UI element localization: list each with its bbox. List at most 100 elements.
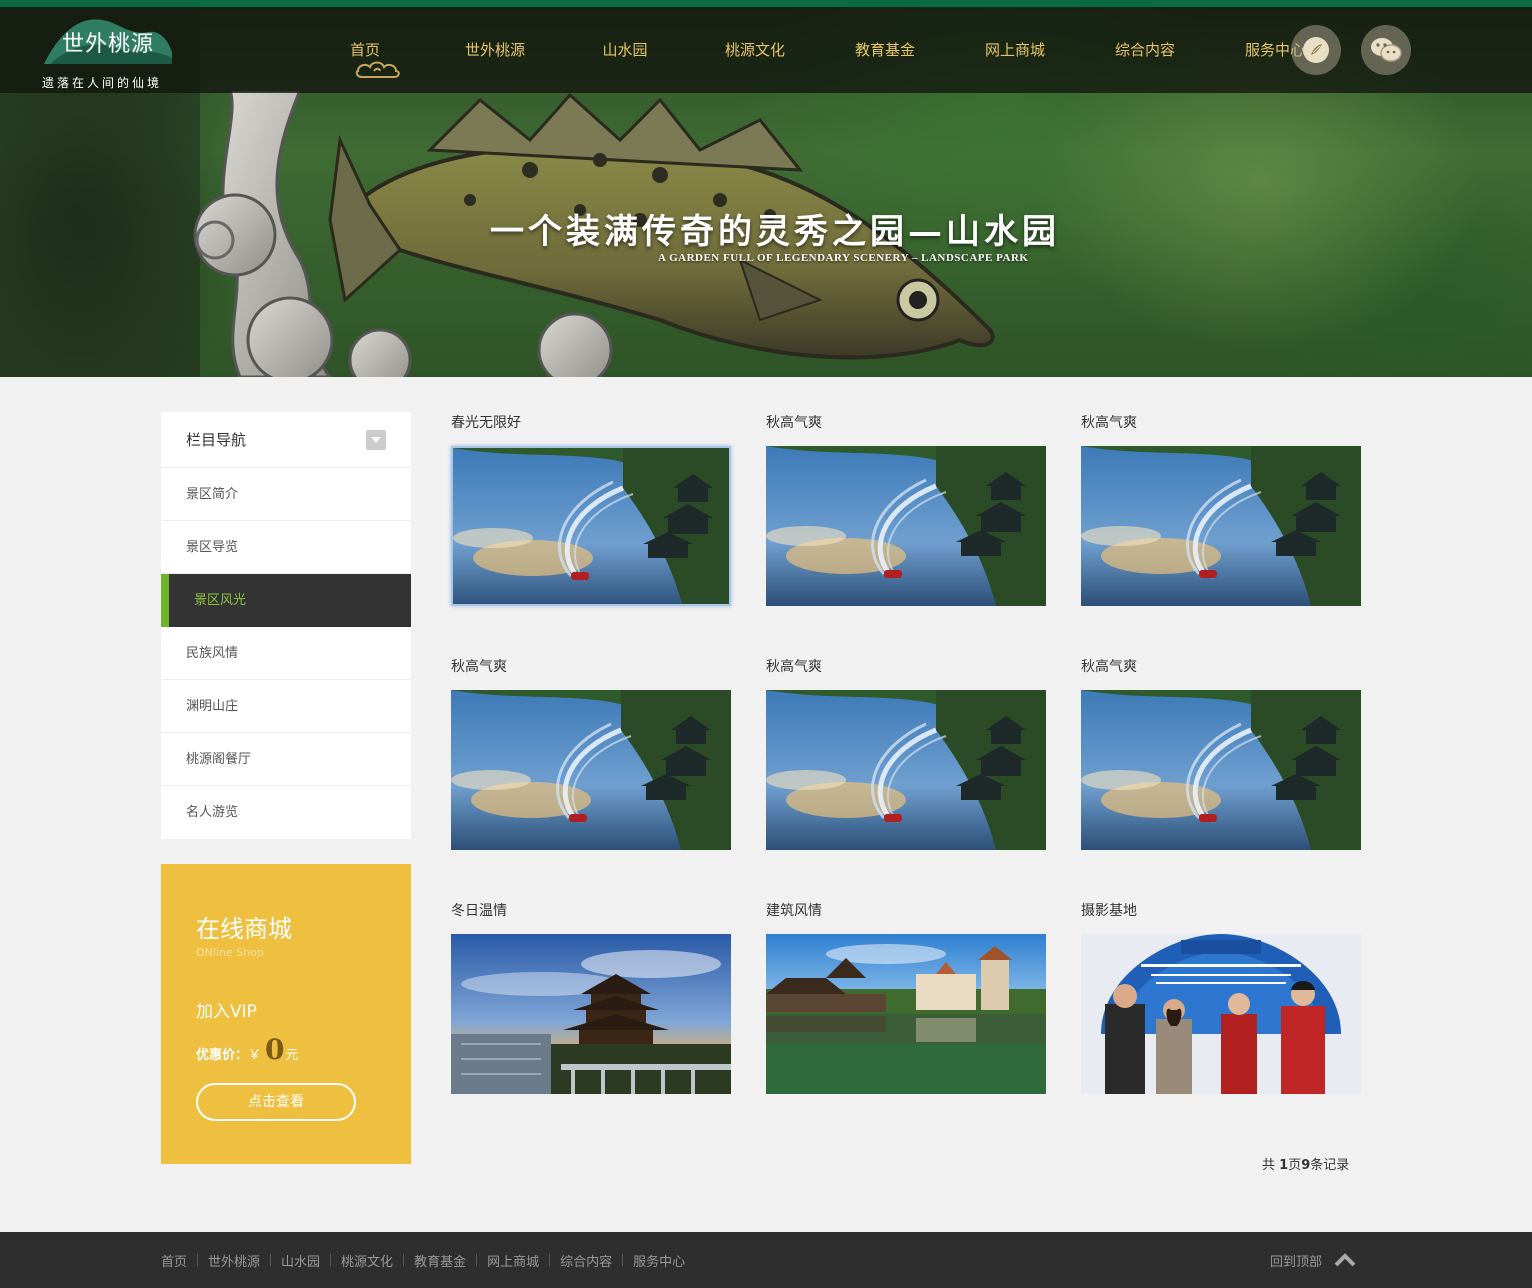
sidebar-item-restaurant[interactable]: 桃源阁餐厅 [161, 733, 411, 786]
column-nav-header: 栏目导航 [161, 412, 411, 468]
footer-divider [197, 1254, 199, 1266]
pagination-info: 共 1页9条记录 [1262, 1154, 1349, 1173]
gallery-card[interactable]: 冬日温情 [451, 900, 731, 1094]
pagoda-sunset-image[interactable] [451, 934, 731, 1094]
chevron-up-icon [1334, 1253, 1356, 1267]
card-title: 秋高气爽 [766, 415, 822, 431]
pager-records: 9 [1301, 1158, 1311, 1173]
footer-divider [403, 1254, 405, 1266]
nav-label: 教育基金 [854, 41, 915, 59]
sidebar-item-villa[interactable]: 渊明山庄 [161, 680, 411, 733]
nav-item-shiwaitaoyuan[interactable]: 世外桃源 [430, 7, 560, 93]
lake-boat-image[interactable] [766, 690, 1046, 850]
cloud-ornament-icon [355, 61, 400, 78]
vip-title: 加入VIP [196, 1002, 257, 1022]
gallery-card[interactable]: 秋高气爽 [1081, 412, 1361, 606]
footer-link-education-fund[interactable]: 教育基金 [414, 1251, 466, 1270]
pager-prefix: 共 [1262, 1158, 1276, 1173]
pager-pages: 1 [1279, 1158, 1289, 1173]
shop-title: 在线商城 [196, 915, 292, 943]
online-shop-promo: 在线商城 ONline Shop 加入VIP 优惠价： ￥ 0 元 点击查看 [161, 864, 411, 1164]
logo-title: 世外桃源 [62, 32, 155, 57]
nav-label: 世外桃源 [464, 41, 525, 59]
footer-divider [330, 1254, 332, 1266]
nav-item-culture[interactable]: 桃源文化 [690, 7, 820, 93]
nav-item-online-mall[interactable]: 网上商城 [950, 7, 1080, 93]
lake-boat-image[interactable] [766, 446, 1046, 606]
nav-label: 首页 [349, 41, 380, 59]
cctv-event-art [1081, 934, 1361, 1094]
weibo-icon [1303, 37, 1329, 63]
card-title: 春光无限好 [451, 415, 521, 431]
footer-divider [270, 1254, 272, 1266]
pagoda-sunset-art [451, 934, 731, 1094]
footer-link-home[interactable]: 首页 [161, 1251, 187, 1270]
sidebar-item-ethnic[interactable]: 民族风情 [161, 627, 411, 680]
gallery-card[interactable]: 摄影基地 [1081, 900, 1361, 1094]
nav-item-shanshuiyuan[interactable]: 山水园 [560, 7, 690, 93]
sidebar-item-guide[interactable]: 景区导览 [161, 521, 411, 574]
banner-slogan: 一个装满传奇的灵秀之园—山水园 [490, 212, 1060, 252]
gallery-card[interactable]: 秋高气爽 [766, 412, 1046, 606]
nav-label: 桃源文化 [724, 41, 785, 59]
back-to-top-button[interactable]: 回到顶部 [1270, 1232, 1356, 1288]
footer-link-general-content[interactable]: 综合内容 [560, 1251, 612, 1270]
banner: 世外桃源 遗落在人间的仙境 首页 世外桃源 山水园 桃源文化 教育基金 网上商城… [0, 0, 1532, 377]
nav-item-home[interactable]: 首页 [300, 7, 430, 93]
sidebar-item-scenery[interactable]: 景区风光 [161, 574, 411, 627]
collapse-toggle[interactable] [366, 429, 386, 450]
price-row: 优惠价： ￥ 0 元 [196, 1036, 376, 1064]
wechat-button[interactable] [1361, 25, 1411, 75]
footer-link-culture[interactable]: 桃源文化 [341, 1251, 393, 1270]
nav-label: 综合内容 [1114, 41, 1175, 59]
card-title: 秋高气爽 [451, 659, 507, 675]
lake-boat-image[interactable] [1081, 446, 1361, 606]
card-title: 秋高气爽 [1081, 415, 1137, 431]
card-title: 冬日温情 [451, 903, 507, 919]
back-to-top-label: 回到顶部 [1270, 1254, 1323, 1270]
banner-slogan-en: A GARDEN FULL OF LEGENDARY SCENERY – LAN… [658, 252, 1029, 264]
sidebar: 栏目导航 景区简介 景区导览 景区风光 民族风情 渊明山庄 桃源阁餐厅 名人游览… [161, 412, 411, 1164]
footer-link-shiwaitaoyuan[interactable]: 世外桃源 [208, 1251, 260, 1270]
price-unit: 元 [285, 1048, 299, 1063]
footer-divider [549, 1254, 551, 1266]
chevron-down-icon [371, 436, 381, 443]
footer-link-online-mall[interactable]: 网上商城 [487, 1251, 539, 1270]
lake-boat-image[interactable] [451, 446, 731, 606]
column-nav-title: 栏目导航 [186, 431, 247, 449]
nav-label: 山水园 [602, 41, 648, 59]
gallery-card[interactable]: 秋高气爽 [1081, 656, 1361, 850]
sidebar-item-celebrities[interactable]: 名人游览 [161, 786, 411, 839]
nav-item-education-fund[interactable]: 教育基金 [820, 7, 950, 93]
site-logo[interactable]: 世外桃源 遗落在人间的仙境 [40, 12, 180, 90]
gallery-card[interactable]: 建筑风情 [766, 900, 1046, 1094]
lake-boat-image[interactable] [1081, 690, 1361, 850]
weibo-button[interactable] [1291, 25, 1341, 75]
currency-symbol: ￥ [248, 1048, 262, 1063]
shop-subtitle: ONline Shop [196, 946, 264, 959]
footer: 首页 世外桃源 山水园 桃源文化 教育基金 网上商城 综合内容 服务中心 回到顶… [0, 1232, 1532, 1288]
sidebar-item-intro[interactable]: 景区简介 [161, 468, 411, 521]
view-shop-button[interactable]: 点击查看 [196, 1083, 356, 1121]
footer-link-shanshuiyuan[interactable]: 山水园 [281, 1251, 320, 1270]
gallery-card[interactable]: 春光无限好 [451, 412, 731, 606]
gallery-card[interactable]: 秋高气爽 [766, 656, 1046, 850]
cctv-event-image[interactable] [1081, 934, 1361, 1094]
top-accent-line [0, 0, 1532, 7]
river-buildings-image[interactable] [766, 934, 1046, 1094]
footer-divider [476, 1254, 478, 1266]
wechat-icon [1371, 38, 1402, 62]
gallery-card[interactable]: 秋高气爽 [451, 656, 731, 850]
footer-link-service-center[interactable]: 服务中心 [633, 1251, 685, 1270]
main-nav: 首页 世外桃源 山水园 桃源文化 教育基金 网上商城 综合内容 服务中心 [300, 7, 1340, 93]
lake-boat-image[interactable] [451, 690, 731, 850]
nav-item-general-content[interactable]: 综合内容 [1080, 7, 1210, 93]
logo-tagline: 遗落在人间的仙境 [42, 76, 163, 90]
card-title: 摄影基地 [1081, 903, 1137, 919]
footer-nav: 首页 世外桃源 山水园 桃源文化 教育基金 网上商城 综合内容 服务中心 [161, 1232, 685, 1288]
footer-divider [622, 1254, 624, 1266]
card-title: 秋高气爽 [766, 659, 822, 675]
nav-label: 网上商城 [984, 41, 1045, 59]
pager-page-unit: 页 [1288, 1158, 1302, 1173]
river-buildings-art [766, 934, 1046, 1094]
